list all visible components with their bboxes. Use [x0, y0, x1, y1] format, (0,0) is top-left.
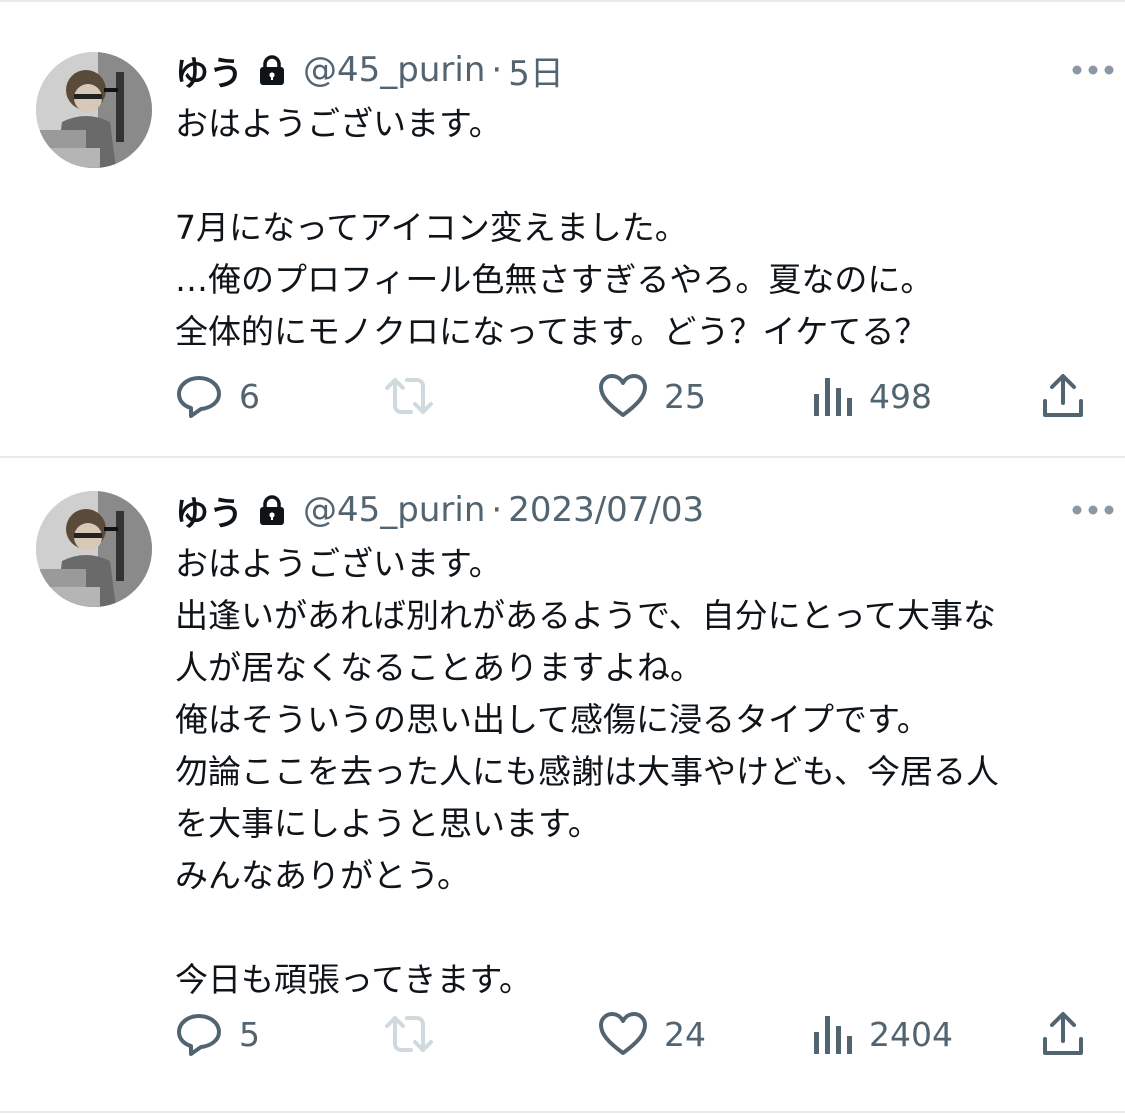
reply-count: 5	[239, 1014, 260, 1054]
views-icon	[813, 374, 853, 418]
avatar[interactable]	[36, 491, 152, 607]
display-name[interactable]: ゆう	[175, 46, 243, 95]
views-icon	[813, 1012, 853, 1056]
like-count: 24	[664, 1014, 706, 1054]
share-button[interactable]	[1041, 368, 1085, 424]
more-icon[interactable]	[1071, 62, 1115, 76]
display-name[interactable]: ゆう	[175, 486, 243, 535]
retweet-button[interactable]	[383, 368, 435, 424]
views-count: 2404	[869, 1014, 953, 1054]
share-icon	[1041, 1011, 1085, 1057]
tweet-text: おはようございます。 出逢いがあれば別れがあるようで、自分にとって大事な 人が居…	[175, 544, 1000, 999]
timestamp[interactable]: 2023/07/03	[508, 490, 704, 530]
action-bar: 5 24 2404	[175, 1006, 1085, 1062]
lock-icon	[259, 55, 285, 85]
more-icon[interactable]	[1071, 502, 1115, 516]
reply-count: 6	[239, 376, 260, 416]
retweet-icon	[383, 1010, 435, 1058]
views-button[interactable]: 498	[813, 368, 932, 424]
tweet-content: ゆう @45_purin · 5日 おはようございます。 7月になってアイコン変…	[175, 44, 1085, 358]
heart-icon	[598, 1011, 648, 1057]
action-bar: 6 25 498	[175, 368, 1085, 424]
share-icon	[1041, 373, 1085, 419]
tweet[interactable]: ゆう @45_purin · 2023/07/03 おはようございます。 出逢い…	[0, 458, 1125, 1115]
retweet-icon	[383, 372, 435, 420]
share-button[interactable]	[1041, 1006, 1085, 1062]
handle[interactable]: @45_purin	[303, 50, 485, 90]
tweet-text: おはようございます。 7月になってアイコン変えました。 …俺のプロフィール色無さ…	[175, 104, 934, 351]
separator-dot: ·	[491, 490, 503, 530]
reply-icon	[175, 372, 223, 420]
tweet-content: ゆう @45_purin · 2023/07/03 おはようございます。 出逢い…	[175, 484, 1085, 1006]
timestamp[interactable]: 5日	[508, 46, 564, 95]
tweet[interactable]: ゆう @45_purin · 5日 おはようございます。 7月になってアイコン変…	[0, 0, 1125, 458]
reply-button[interactable]: 6	[175, 368, 260, 424]
like-button[interactable]: 24	[598, 1006, 706, 1062]
avatar[interactable]	[36, 52, 152, 168]
retweet-button[interactable]	[383, 1006, 435, 1062]
separator-dot: ·	[491, 50, 503, 90]
reply-icon	[175, 1010, 223, 1058]
heart-icon	[598, 373, 648, 419]
tweet-header: ゆう @45_purin · 5日	[175, 44, 1085, 96]
lock-icon	[259, 495, 285, 525]
like-count: 25	[664, 376, 706, 416]
tweet-header: ゆう @45_purin · 2023/07/03	[175, 484, 1085, 536]
handle[interactable]: @45_purin	[303, 490, 485, 530]
bottom-divider	[0, 1111, 1125, 1113]
reply-button[interactable]: 5	[175, 1006, 260, 1062]
views-count: 498	[869, 376, 932, 416]
views-button[interactable]: 2404	[813, 1006, 953, 1062]
like-button[interactable]: 25	[598, 368, 706, 424]
